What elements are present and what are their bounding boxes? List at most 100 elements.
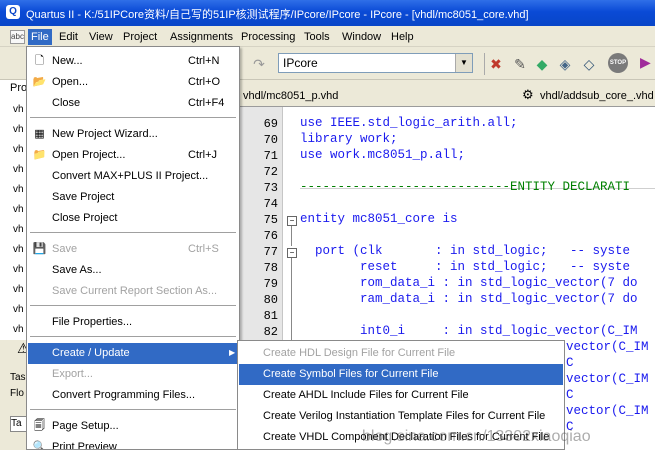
menu-item-label: Create / Update	[52, 347, 130, 359]
menu-item-label: Create HDL Design File for Current File	[263, 347, 456, 359]
menu-edit[interactable]: Edit	[56, 29, 81, 45]
menu-item-close-project[interactable]: Close Project	[28, 208, 238, 229]
line-number: 78	[263, 261, 278, 275]
navigator-row[interactable]: vh	[13, 224, 24, 235]
project-combo[interactable]: IPcore ▼	[278, 53, 473, 73]
menu-assignments[interactable]: Assignments	[167, 29, 236, 45]
line-number: 73	[263, 181, 278, 195]
watermark-text: blog.sina.com.cn/13302xiaoqiao	[362, 428, 591, 445]
line-number: 82	[263, 325, 278, 339]
menu-item-open-project[interactable]: 📁 Open Project... Ctrl+J	[28, 145, 238, 166]
stop-icon[interactable]: STOP	[608, 53, 628, 73]
menu-separator	[30, 117, 236, 118]
menu-item-convert-programming-files[interactable]: Convert Programming Files...	[28, 385, 238, 406]
submenu-item-create-hdl[interactable]: Create HDL Design File for Current File	[239, 343, 563, 364]
navigator-row[interactable]: vh	[13, 284, 24, 295]
menu-item-new-project-wizard[interactable]: ▦ New Project Wizard...	[28, 124, 238, 145]
analysis-icon[interactable]: ◆	[533, 55, 551, 73]
fold-guide	[291, 226, 292, 246]
open-folder-icon: 📂	[32, 76, 47, 88]
project-combo-value: IPcore	[283, 56, 318, 70]
navigator-row[interactable]: vh	[13, 204, 24, 215]
synthesis-icon[interactable]: ◈	[556, 55, 574, 73]
menu-item-label: Convert Programming Files...	[52, 389, 196, 401]
code-line: reset : in std_logic; -- syste	[300, 260, 631, 274]
menu-item-label: Close	[52, 97, 81, 109]
menu-item-shortcut: Ctrl+O	[188, 76, 221, 88]
menu-item-new[interactable]: 🗋 New... Ctrl+N	[28, 51, 238, 72]
menu-separator	[30, 336, 236, 337]
navigator-row[interactable]: vh	[13, 184, 24, 195]
menu-item-convert-maxplus[interactable]: Convert MAX+PLUS II Project...	[28, 166, 238, 187]
menu-help[interactable]: Help	[388, 29, 417, 45]
fold-toggle-icon[interactable]: −	[287, 216, 297, 226]
menu-item-save-report-section[interactable]: Save Current Report Section As...	[28, 281, 238, 302]
menu-item-label: Page Setup...	[52, 420, 119, 432]
code-fragment: C	[566, 356, 574, 370]
submenu-item-create-verilog-template[interactable]: Create Verilog Instantiation Template Fi…	[239, 406, 563, 427]
redo-icon[interactable]: ↷	[250, 55, 268, 73]
menu-file[interactable]: File	[28, 29, 52, 45]
line-number: 79	[263, 277, 278, 291]
code-line: use work.mc8051_p.all;	[300, 148, 466, 162]
submenu-arrow-icon: ▶	[229, 348, 236, 357]
start-compilation-icon[interactable]: ▶	[640, 54, 651, 71]
menu-tools[interactable]: Tools	[301, 29, 333, 45]
menu-item-label: File Properties...	[52, 316, 133, 328]
compile-x-icon[interactable]: ✖	[487, 55, 505, 73]
menu-item-shortcut: Ctrl+F4	[188, 97, 225, 109]
menu-item-print-preview[interactable]: 🔍 Print Preview	[28, 437, 238, 449]
flow-label: Flo	[10, 388, 24, 399]
menu-item-shortcut: Ctrl+N	[188, 55, 220, 67]
menu-item-open[interactable]: 📂 Open... Ctrl+O	[28, 72, 238, 93]
menu-item-create-update[interactable]: Create / Update ▶	[28, 343, 238, 364]
page-setup-icon: 🗐	[34, 420, 45, 432]
menu-processing[interactable]: Processing	[238, 29, 298, 45]
navigator-row[interactable]: vh	[13, 104, 24, 115]
window-title: Quartus II - K:/51IPCore资料/自己写的51IP核测试程序…	[26, 9, 529, 21]
chevron-down-icon[interactable]: ▼	[455, 54, 472, 72]
line-number: 76	[263, 229, 278, 243]
save-disk-icon: 💾	[32, 243, 47, 255]
menu-item-label: Print Preview	[52, 441, 117, 449]
code-fragment: vector(C_IM	[566, 340, 649, 354]
navigator-row[interactable]: vh	[13, 124, 24, 135]
tab-mc8051-p[interactable]: vhdl/mc8051_p.vhd	[243, 90, 338, 102]
menu-item-close[interactable]: Close Ctrl+F4	[28, 93, 238, 114]
submenu-item-create-ahdl-include[interactable]: Create AHDL Include Files for Current Fi…	[239, 385, 563, 406]
navigator-row[interactable]: vh	[13, 304, 24, 315]
menu-item-save-project[interactable]: Save Project	[28, 187, 238, 208]
menu-window[interactable]: Window	[339, 29, 384, 45]
menu-item-file-properties[interactable]: File Properties...	[28, 312, 238, 333]
menu-separator	[30, 409, 236, 410]
menu-project[interactable]: Project	[120, 29, 160, 45]
menu-item-save-as[interactable]: Save As...	[28, 260, 238, 281]
menu-item-label: Open...	[52, 76, 89, 88]
menu-item-page-setup[interactable]: 🗐 Page Setup...	[28, 416, 238, 437]
new-file-icon: 🗋	[35, 55, 44, 67]
menu-view[interactable]: View	[86, 29, 116, 45]
navigator-row[interactable]: vh	[13, 164, 24, 175]
fitter-icon[interactable]: ◇	[580, 55, 598, 73]
navigator-row[interactable]: vh	[13, 264, 24, 275]
menu-item-label: Convert MAX+PLUS II Project...	[52, 170, 209, 182]
submenu-item-create-symbol[interactable]: Create Symbol Files for Current File	[239, 364, 563, 385]
menu-item-label: Save Current Report Section As...	[52, 285, 218, 297]
document-menu-icon[interactable]: abc	[10, 30, 25, 44]
menu-item-export[interactable]: Export...	[28, 364, 238, 385]
code-line: rom_data_i : in std_logic_vector(7 do	[300, 276, 638, 290]
code-fragment: vector(C_IM	[566, 372, 649, 386]
line-number: 69	[263, 117, 278, 131]
menu-item-label: Save Project	[52, 191, 115, 203]
navigator-row[interactable]: vh	[13, 244, 24, 255]
navigator-row[interactable]: vh	[13, 144, 24, 155]
tab-addsub-core[interactable]: vhdl/addsub_core_.vhd	[540, 90, 654, 102]
toolbar-separator	[484, 53, 485, 75]
navigator-row[interactable]: vh	[13, 324, 24, 335]
fold-toggle-icon[interactable]: −	[287, 248, 297, 258]
pencil-icon[interactable]: ✎	[511, 55, 529, 73]
menu-item-label: Create Verilog Instantiation Template Fi…	[263, 410, 546, 422]
line-number: 77	[263, 245, 278, 259]
menu-item-save[interactable]: 💾 Save Ctrl+S	[28, 239, 238, 260]
menu-item-label: Save	[52, 243, 78, 255]
